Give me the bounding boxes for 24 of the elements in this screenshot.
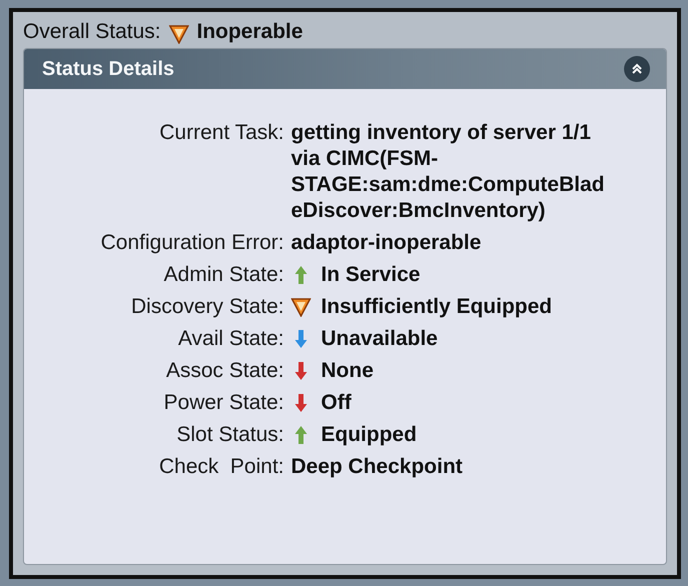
field-value: Deep Checkpoint xyxy=(291,454,463,480)
field-label: Slot Status: xyxy=(176,422,284,448)
field-value: getting inventory of server 1/1 via CIMC(FSM-STAGE:sam:dme:ComputeBladeDiscover:BmcInventory) xyxy=(291,120,606,224)
field-label: Avail State: xyxy=(177,326,284,352)
collapse-button[interactable] xyxy=(624,56,650,82)
field-value: None xyxy=(321,358,374,384)
field-label: Check Point: xyxy=(158,454,284,480)
field-value: Equipped xyxy=(321,422,417,448)
field-value: Insufficiently Equipped xyxy=(321,294,552,320)
panel-title: Status Details xyxy=(42,57,174,82)
field-label: Power State: xyxy=(162,390,284,416)
overall-status-value: Inoperable xyxy=(196,19,303,46)
warning-icon xyxy=(168,24,189,44)
warning-icon xyxy=(291,297,311,317)
field-value: Off xyxy=(321,390,352,416)
field-value: adaptor-inoperable xyxy=(291,230,482,256)
overall-status-label: Overall Status: xyxy=(23,19,161,46)
field-label: Configuration Error: xyxy=(100,230,284,256)
field-label: Admin State: xyxy=(162,262,284,288)
field-value: In Service xyxy=(321,262,420,288)
field-label: Discovery State: xyxy=(130,294,284,320)
field-label: Assoc State: xyxy=(165,358,284,384)
field-label: Current Task: xyxy=(158,120,284,146)
field-value: Unavailable xyxy=(321,326,438,352)
